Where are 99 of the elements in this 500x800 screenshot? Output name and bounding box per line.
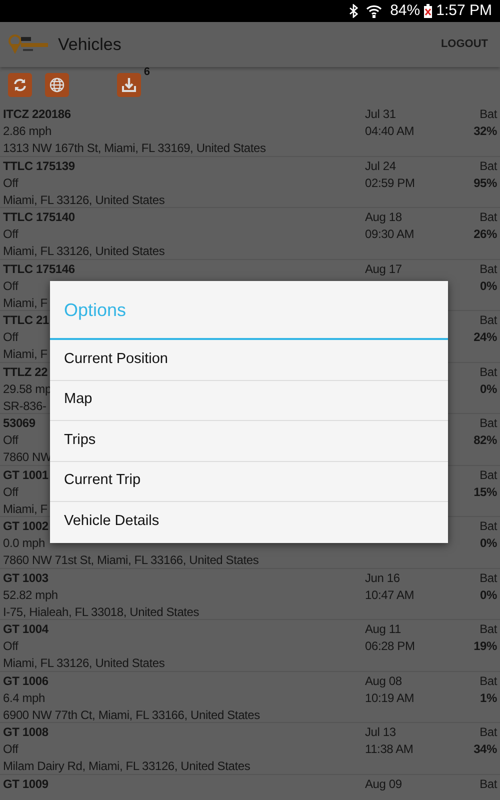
battery-level: 0% xyxy=(480,278,497,294)
battery-level: 95% xyxy=(474,174,497,192)
vehicle-name: GT 1003 xyxy=(3,570,48,586)
report-date: Aug 17 xyxy=(365,260,402,278)
vehicle-address: 6900 NW 77th Ct, Miami, FL 33166, United States xyxy=(3,706,260,724)
globe-button[interactable] xyxy=(45,73,69,97)
vehicle-speed: Off xyxy=(3,278,18,294)
report-time: 09:30 AM xyxy=(365,226,414,243)
vehicle-speed: Off xyxy=(3,432,18,449)
vehicle-name: TTLC 175146 xyxy=(3,260,75,278)
download-icon xyxy=(121,77,137,93)
battery-level: 82% xyxy=(474,432,497,449)
app-title: Vehicles xyxy=(58,34,122,56)
vehicle-address: I-75, Hialeah, FL 33018, United States xyxy=(3,604,200,620)
battery-label: Bat xyxy=(480,621,497,638)
report-date: Aug 08 xyxy=(365,672,402,690)
report-time: 04:40 AM xyxy=(365,123,414,140)
count-label: 6 xyxy=(144,65,150,80)
vehicle-address: Miami, FL 33126, United States xyxy=(3,243,165,260)
battery-label: Bat xyxy=(480,466,497,484)
vehicle-address: 7860 NW 71st St, Miami, FL 33166, United States xyxy=(3,552,259,569)
battery-level: 26% xyxy=(474,226,497,243)
battery-level: 1% xyxy=(480,690,497,706)
battery-label: Bat xyxy=(480,312,497,329)
vehicle-address: Miami, F xyxy=(3,294,48,312)
vehicle-address: Miami, F xyxy=(3,346,48,363)
battery-label: Bat xyxy=(480,570,497,586)
vehicle-speed: 6.4 mph xyxy=(3,690,45,706)
vehicle-speed: Off xyxy=(3,329,18,346)
battery-label: Bat xyxy=(480,672,497,690)
clock-time: 1:57 PM xyxy=(436,0,492,21)
report-time: 11:38 AM xyxy=(365,741,414,758)
vehicle-speed: Off xyxy=(3,226,18,243)
battery-label: Bat xyxy=(480,158,497,174)
battery-percent: 84% xyxy=(390,0,420,21)
battery-label: Bat xyxy=(480,209,497,226)
vehicle-name: TTLC 175139 xyxy=(3,158,75,174)
battery-label: Bat xyxy=(480,260,497,278)
vehicle-name: GT 1001 xyxy=(3,466,48,484)
vehicle-name: GT 1002 xyxy=(3,518,48,535)
vehicle-address: 1313 NW 167th St, Miami, FL 33169, United States xyxy=(3,140,266,157)
vehicle-name: TTLC 175140 xyxy=(3,209,75,226)
vehicle-name: TTLZ 22 xyxy=(3,364,48,380)
vehicle-speed: 52.82 mph xyxy=(3,586,58,604)
report-date: Jul 31 xyxy=(365,106,396,123)
vehicle-speed: Off xyxy=(3,741,18,758)
report-date: Aug 18 xyxy=(365,209,402,226)
report-date: Aug 09 xyxy=(365,776,402,792)
report-time: 06:28 PM xyxy=(365,638,415,655)
battery-level: 15% xyxy=(474,484,497,500)
vehicle-name: TTLC 21 xyxy=(3,312,49,329)
battery-level: 34% xyxy=(474,741,497,758)
vehicle-name: GT 1009 xyxy=(3,776,48,792)
vehicle-address: Miami, F xyxy=(3,500,48,518)
bluetooth-icon xyxy=(349,4,358,18)
dialog-title: Options xyxy=(50,281,448,340)
report-time: 10:19 AM xyxy=(365,690,414,706)
battery-label: Bat xyxy=(480,518,497,535)
report-date: Jul 24 xyxy=(365,158,396,174)
vehicle-speed: 0.0 mph xyxy=(3,535,45,552)
vehicle-speed: Off xyxy=(3,484,18,500)
vehicle-name: GT 1006 xyxy=(3,672,48,690)
battery-label: Bat xyxy=(480,364,497,380)
battery-icon xyxy=(424,4,432,18)
battery-label: Bat xyxy=(480,106,497,123)
report-time: 10:47 AM xyxy=(365,586,414,604)
battery-level: 0% xyxy=(480,380,497,398)
battery-level: 19% xyxy=(474,638,497,655)
battery-level: 0% xyxy=(480,586,497,604)
globe-icon xyxy=(49,77,65,93)
report-date: Jun 16 xyxy=(365,570,400,586)
vehicle-speed: Off xyxy=(3,638,18,655)
vehicle-name: GT 1008 xyxy=(3,724,48,741)
battery-label: Bat xyxy=(480,724,497,741)
battery-level: 0% xyxy=(480,535,497,552)
vehicle-address: Milam Dairy Rd, Miami, FL 33126, United States xyxy=(3,758,250,775)
menu-item[interactable]: Map xyxy=(50,380,448,421)
vehicle-speed: 2.86 mph xyxy=(3,123,52,140)
vehicle-address: Miami, FL 33126, United States xyxy=(3,192,165,208)
battery-label: Bat xyxy=(480,415,497,432)
refresh-icon xyxy=(12,77,28,93)
vehicle-name: 53069 xyxy=(3,415,36,432)
report-time: 02:59 PM xyxy=(365,174,415,192)
vehicle-address: SR-836- xyxy=(3,398,46,414)
vehicle-name: ITCZ 220186 xyxy=(3,106,71,123)
battery-level: 32% xyxy=(474,123,497,140)
menu-item[interactable]: Current Trip xyxy=(50,462,448,502)
menu-item[interactable]: Current Position xyxy=(50,340,448,380)
battery-level: 24% xyxy=(474,329,497,346)
wifi-icon xyxy=(366,4,382,18)
battery-label: Bat xyxy=(480,776,497,792)
vehicle-name: GT 1004 xyxy=(3,621,48,638)
menu-item[interactable]: Vehicle Details xyxy=(50,502,448,542)
vehicle-speed: Off xyxy=(3,174,18,192)
vehicle-address: Miami, FL 33126, United States xyxy=(3,655,165,672)
menu-item[interactable]: Trips xyxy=(50,421,448,462)
refresh-button[interactable] xyxy=(8,73,32,97)
report-date: Aug 11 xyxy=(365,621,401,638)
report-date: Jul 13 xyxy=(365,724,396,741)
